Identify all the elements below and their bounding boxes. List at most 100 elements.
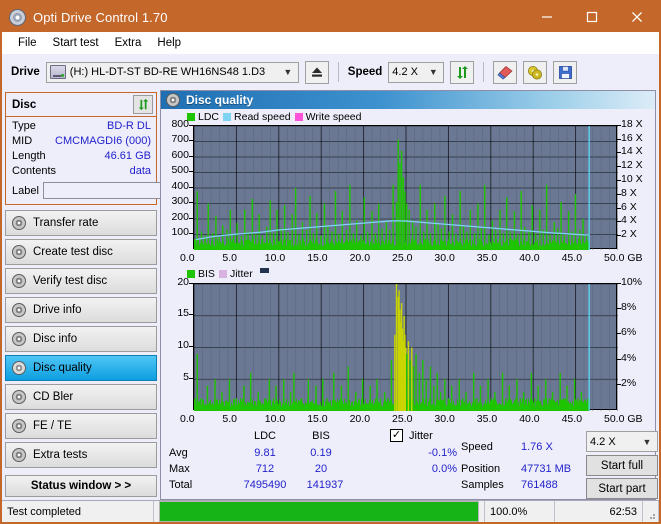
y2-axis-tick (617, 166, 621, 168)
y2-axis-tick-label: 10% (621, 275, 643, 288)
stats-speed-select[interactable]: 4.2 X ▼ (586, 431, 658, 453)
y2-axis-tick (617, 124, 621, 126)
y-axis-tick (189, 282, 193, 284)
stats-row-avg-bis: 0.19 (310, 447, 332, 460)
legend-item-jitter: Jitter (218, 268, 253, 281)
disc-info-rows: Type BD-R DL MID CMCMAGDI6 (000) Length … (6, 117, 246, 204)
stats-position-label: Position (461, 463, 501, 476)
stats-row-avg-jitter: -0.1% (428, 447, 457, 460)
x-axis-tick-label: 10.0 (264, 412, 286, 425)
y2-axis-tick-label: 8 X (621, 186, 637, 199)
sidebar-item-drive-info[interactable]: Drive info (5, 297, 157, 323)
y2-axis-tick-label: 2% (621, 377, 637, 390)
disc-icon (12, 419, 26, 433)
jitter-marker-icon (259, 267, 269, 273)
stats-samples-label: Samples (461, 479, 504, 492)
progress-track (159, 501, 479, 522)
legend-label-jitter: Jitter (229, 268, 253, 281)
disc-row-length: Length 46.61 GB (12, 149, 151, 164)
legend-swatch-jitter (218, 270, 227, 279)
disc-row-type: Type BD-R DL (12, 119, 151, 134)
sidebar-item-label: Extra tests (33, 449, 88, 461)
chevron-down-icon: ▼ (642, 436, 652, 447)
status-window-button[interactable]: Status window > > (5, 475, 157, 497)
jitter-toggle[interactable]: ✓ Jitter (390, 429, 433, 443)
eraser-button[interactable] (493, 60, 518, 84)
discs-button[interactable] (523, 60, 548, 84)
plot-area (193, 282, 618, 411)
stats-panel: LDC BIS ✓ Jitter Avg 9.81 0.19 -0.1% Max… (161, 427, 658, 500)
start-full-button[interactable]: Start full (586, 455, 658, 477)
main-panel: Disc quality LDC Read speed Write speed … (160, 90, 658, 500)
sidebar-item-label: Transfer rate (33, 217, 99, 229)
disc-icon (12, 245, 26, 259)
save-button[interactable] (553, 60, 578, 84)
x-axis-tick-label: 50.0 GB (604, 412, 643, 425)
sidebar-item-cd-bler[interactable]: CD Bler (5, 384, 157, 410)
x-axis-tick-label: 35.0 (476, 412, 498, 425)
stats-samples-value: 761488 (521, 479, 558, 492)
x-axis-tick-label: 20.0 (349, 251, 371, 264)
sidebar-item-fe-te[interactable]: FE / TE (5, 413, 157, 439)
jitter-checkbox[interactable]: ✓ (390, 429, 403, 443)
start-part-button[interactable]: Start part (586, 478, 658, 500)
drive-select[interactable]: (H:) HL-DT-ST BD-RE WH16NS48 1.D3 ▼ (45, 61, 299, 83)
x-axis-tick-label: 0.0 (180, 251, 195, 264)
menu-item-start-test[interactable]: Start test (45, 35, 107, 51)
legend-label-ldc: LDC (198, 110, 220, 123)
sidebar-item-transfer-rate[interactable]: Transfer rate (5, 210, 157, 236)
disc-icon (12, 216, 26, 230)
sidebar-item-disc-info[interactable]: Disc info (5, 326, 157, 352)
y-axis-tick (189, 346, 193, 348)
stats-row-total-bis: 141937 (306, 479, 344, 492)
sidebar-item-extra-tests[interactable]: Extra tests (5, 442, 157, 468)
disc-icon (12, 361, 26, 375)
x-axis-tick-label: 30.0 (434, 251, 455, 264)
page-title: Disc quality (186, 93, 254, 108)
menu-item-extra[interactable]: Extra (107, 35, 150, 51)
y2-axis-tick (617, 358, 621, 360)
stats-speed-value: 1.76 X (521, 441, 553, 454)
x-axis-tick-label: 25.0 (392, 412, 413, 425)
jitter-label: Jitter (409, 429, 433, 442)
sidebar-item-verify-test-disc[interactable]: Verify test disc (5, 268, 157, 294)
maximize-button[interactable] (569, 2, 614, 32)
legend-label-write-speed: Write speed (305, 110, 362, 123)
sidebar: Disc Type BD-R DL MID CMCMAGDI6 (000) Le… (2, 90, 246, 500)
y2-axis-tick (617, 384, 621, 386)
y-axis-tick (189, 186, 193, 188)
legend-swatch-read-speed (223, 112, 232, 121)
eject-button[interactable] (304, 60, 329, 84)
sidebar-item-disc-quality[interactable]: Disc quality (5, 355, 157, 381)
resize-grip-icon[interactable] (643, 501, 659, 522)
y2-axis-tick (617, 333, 621, 335)
sidebar-item-create-test-disc[interactable]: Create test disc (5, 239, 157, 265)
menu-item-file[interactable]: File (10, 35, 45, 51)
stats-row-avg-name: Avg (169, 447, 188, 460)
close-button[interactable] (614, 2, 659, 32)
status-bar: Test completed 100.0% 62:53 (2, 500, 659, 522)
speed-select[interactable]: 4.2 X ▼ (388, 61, 445, 83)
y2-axis-tick-label: 6% (621, 326, 637, 339)
legend-item-write-speed: Write speed (294, 110, 362, 123)
disc-refresh-button[interactable] (133, 95, 153, 114)
refresh-button[interactable] (450, 60, 475, 84)
y2-axis-tick (617, 235, 621, 237)
disc-row-length-value: 46.61 GB (104, 150, 151, 162)
sidebar-nav: Transfer rate Create test disc Verify te… (5, 210, 157, 470)
bis-chart-legend: BIS Jitter (161, 267, 655, 281)
x-axis-tick-label: 45.0 (561, 251, 583, 264)
drive-select-value: (H:) HL-DT-ST BD-RE WH16NS48 1.D3 (69, 66, 266, 78)
stats-speed-label: Speed (461, 441, 493, 454)
y-axis-tick (189, 140, 193, 142)
minimize-button[interactable] (524, 2, 569, 32)
y2-axis-tick-label: 6 X (621, 200, 637, 213)
sidebar-item-label: Disc info (33, 333, 78, 345)
y2-axis-tick-label: 10 X (621, 173, 643, 186)
x-axis-tick-label: 35.0 (476, 251, 498, 264)
stats-col-bis: BIS (312, 430, 330, 443)
window-title: Opti Drive Control 1.70 (33, 9, 168, 25)
disc-row-mid-value: CMCMAGDI6 (000) (55, 135, 151, 147)
menu-item-help[interactable]: Help (149, 35, 189, 51)
body-area: Disc Type BD-R DL MID CMCMAGDI6 (000) Le… (2, 90, 659, 500)
